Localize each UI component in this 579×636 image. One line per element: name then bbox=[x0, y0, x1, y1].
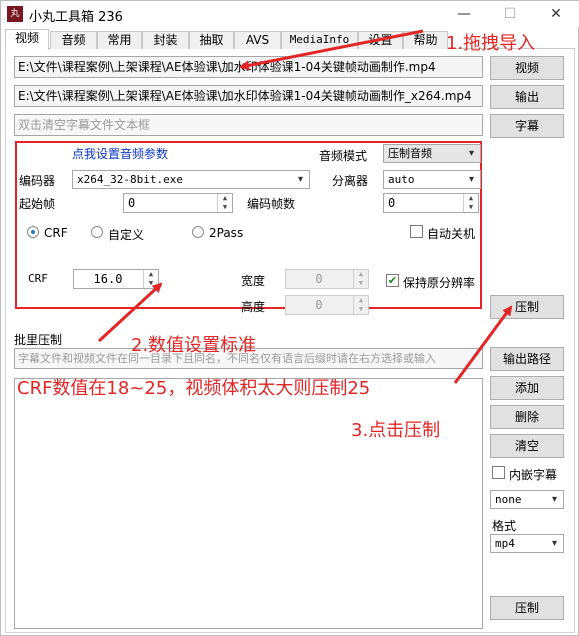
tab-audio[interactable]: 音频 bbox=[50, 31, 97, 49]
demuxer-label: 分离器 bbox=[332, 174, 369, 188]
start-frame-spinner[interactable]: 0 ▲ ▼ bbox=[123, 193, 233, 213]
batch-section-title: 批里压制 bbox=[14, 333, 63, 347]
auto-shutdown-label: 自动关机 bbox=[427, 227, 476, 241]
embed-subtitle-label: 内嵌字幕 bbox=[509, 468, 558, 482]
title-bar: 丸 小丸工具箱 236 — ☐ ✕ bbox=[1, 1, 579, 27]
tab-extract[interactable]: 抽取 bbox=[189, 31, 234, 49]
spin-arrows-icon[interactable]: ▲ ▼ bbox=[217, 194, 232, 212]
output-file-input[interactable]: E:\文件\课程案例\上架课程\AE体验课\加水印体验课1-04关键帧动画制作_… bbox=[14, 85, 483, 107]
start-frame-label: 起始帧 bbox=[19, 197, 56, 211]
height-value: 0 bbox=[315, 298, 323, 312]
frame-count-label: 编码帧数 bbox=[247, 197, 296, 211]
subtitle-button[interactable]: 字幕 bbox=[490, 114, 564, 138]
format-label: 格式 bbox=[492, 519, 517, 533]
crf-spinner[interactable]: 16.0 ▲ ▼ bbox=[73, 269, 159, 289]
app-icon: 丸 bbox=[7, 6, 23, 22]
width-label: 宽度 bbox=[241, 274, 266, 288]
format-select[interactable]: mp4 ▾ bbox=[490, 534, 564, 553]
subtitle-language-value: none bbox=[495, 493, 522, 506]
spin-arrows-icon[interactable]: ▲ ▼ bbox=[463, 194, 478, 212]
custom-radio-label: 自定义 bbox=[108, 228, 145, 242]
tab-common[interactable]: 常用 bbox=[97, 31, 142, 49]
close-button[interactable]: ✕ bbox=[533, 2, 579, 26]
subtitle-language-select[interactable]: none ▾ bbox=[490, 490, 564, 509]
audio-mode-select[interactable]: 压制音频 ▾ bbox=[383, 144, 481, 163]
format-value: mp4 bbox=[495, 537, 515, 550]
audio-settings-link[interactable]: 点我设置音频参数 bbox=[72, 145, 168, 162]
encoder-value: x264_32-8bit.exe bbox=[77, 173, 183, 186]
crf-value: 16.0 bbox=[93, 272, 123, 286]
tab-avs[interactable]: AVS bbox=[234, 31, 281, 49]
height-label: 高度 bbox=[241, 300, 266, 314]
crf-value-label: CRF bbox=[28, 272, 48, 285]
chevron-down-icon: ▾ bbox=[468, 148, 475, 159]
compress-button[interactable]: 压制 bbox=[490, 295, 564, 319]
audio-mode-value: 压制音频 bbox=[388, 147, 432, 160]
annotation-crf-note: CRF数值在18~25，视频体积太大则压制25 bbox=[17, 378, 371, 399]
tab-settings[interactable]: 设置 bbox=[358, 31, 403, 49]
frame-count-spinner[interactable]: 0 ▲ ▼ bbox=[383, 193, 479, 213]
tab-mediainfo[interactable]: MediaInfo bbox=[281, 31, 358, 49]
embed-subtitle-checkbox[interactable] bbox=[492, 466, 505, 479]
width-spinner[interactable]: 0 ▲ ▼ bbox=[285, 269, 369, 289]
tab-mux[interactable]: 封装 bbox=[142, 31, 189, 49]
crf-radio-label: CRF bbox=[44, 226, 68, 240]
chevron-down-icon: ▾ bbox=[297, 174, 304, 185]
add-button[interactable]: 添加 bbox=[490, 376, 564, 400]
maximize-button[interactable]: ☐ bbox=[487, 2, 533, 26]
batch-compress-button[interactable]: 压制 bbox=[490, 596, 564, 620]
delete-button[interactable]: 删除 bbox=[490, 405, 564, 429]
keep-resolution-checkbox[interactable]: ✔ bbox=[386, 274, 399, 287]
spin-arrows-icon[interactable]: ▲ ▼ bbox=[143, 270, 158, 288]
crf-radio[interactable] bbox=[27, 226, 39, 238]
video-button[interactable]: 视频 bbox=[490, 56, 564, 80]
spin-arrows-icon[interactable]: ▲ ▼ bbox=[353, 296, 368, 314]
annotation-step1: 1.拖拽导入 bbox=[446, 33, 536, 54]
auto-shutdown-checkbox[interactable] bbox=[410, 225, 423, 238]
annotation-step2: 2.数值设置标准 bbox=[131, 335, 257, 356]
output-button[interactable]: 输出 bbox=[490, 85, 564, 109]
2pass-radio[interactable] bbox=[192, 226, 204, 238]
output-path-button[interactable]: 输出路径 bbox=[490, 347, 564, 371]
frame-count-value: 0 bbox=[388, 196, 396, 210]
chevron-down-icon: ▾ bbox=[468, 174, 475, 185]
encoder-label: 编码器 bbox=[19, 174, 56, 188]
subtitle-file-input[interactable]: 双击清空字幕文件文本框 bbox=[14, 114, 483, 136]
width-value: 0 bbox=[315, 272, 323, 286]
annotation-step3: 3.点击压制 bbox=[351, 420, 441, 441]
video-file-input[interactable]: E:\文件\课程案例\上架课程\AE体验课\加水印体验课1-04关键帧动画制作.… bbox=[14, 56, 483, 78]
spin-arrows-icon[interactable]: ▲ ▼ bbox=[353, 270, 368, 288]
start-frame-value: 0 bbox=[128, 196, 136, 210]
window-title: 小丸工具箱 236 bbox=[29, 10, 123, 25]
custom-radio[interactable] bbox=[91, 226, 103, 238]
tab-video[interactable]: 视频 bbox=[5, 29, 49, 50]
height-spinner[interactable]: 0 ▲ ▼ bbox=[285, 295, 369, 315]
demuxer-value: auto bbox=[388, 173, 415, 186]
tab-help[interactable]: 帮助 bbox=[403, 31, 448, 49]
keep-resolution-label: 保持原分辨率 bbox=[403, 276, 476, 290]
2pass-radio-label: 2Pass bbox=[209, 226, 244, 240]
encoder-select[interactable]: x264_32-8bit.exe ▾ bbox=[72, 170, 310, 189]
audio-mode-label: 音频模式 bbox=[319, 149, 368, 163]
chevron-down-icon: ▾ bbox=[551, 538, 558, 549]
chevron-down-icon: ▾ bbox=[551, 494, 558, 505]
minimize-button[interactable]: — bbox=[441, 2, 487, 26]
main-window: 丸 小丸工具箱 236 — ☐ ✕ 视频 音频 常用 封装 抽取 AVS Med… bbox=[0, 0, 579, 636]
demuxer-select[interactable]: auto ▾ bbox=[383, 170, 481, 189]
clear-button[interactable]: 清空 bbox=[490, 434, 564, 458]
